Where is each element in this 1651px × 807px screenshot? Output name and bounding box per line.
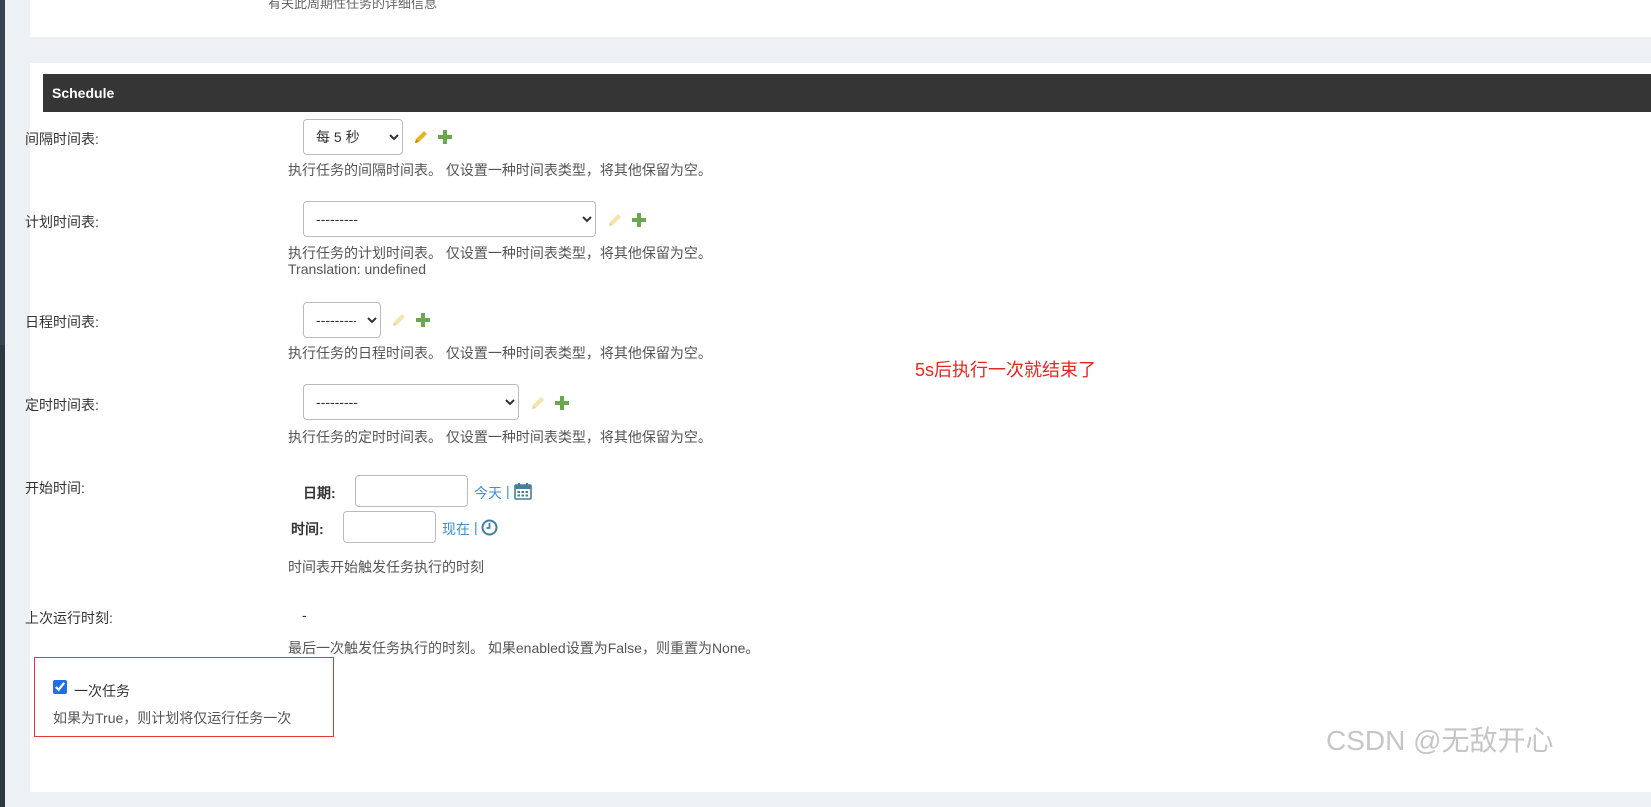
time-separator: | — [474, 519, 478, 535]
annotation-note: 5s后执行一次就结束了 — [915, 360, 1097, 380]
calendar-icon[interactable] — [514, 482, 532, 500]
time-label: 时间: — [291, 521, 324, 537]
clock-icon[interactable] — [481, 519, 498, 536]
solar-edit-pencil-icon — [393, 314, 405, 326]
admin-sidebar-edge-lower — [0, 345, 5, 807]
crontab-select[interactable]: --------- — [303, 201, 596, 237]
solar-select[interactable]: --------- — [303, 302, 381, 338]
last-run-label: 上次运行时刻: — [25, 610, 113, 626]
clocked-select[interactable]: --------- — [303, 384, 519, 420]
description-fieldset: 有关此周期性任务的详细信息 — [30, 0, 1651, 37]
start-time-label: 开始时间: — [25, 480, 85, 496]
clocked-label: 定时时间表: — [25, 397, 99, 413]
one-off-help: 如果为True，则计划将仅运行任务一次 — [53, 710, 292, 726]
interval-select[interactable]: 每 5 秒 — [303, 119, 403, 155]
date-label: 日期: — [303, 485, 336, 501]
one-off-label[interactable]: 一次任务 — [74, 681, 130, 701]
start-date-input[interactable] — [355, 475, 468, 507]
start-time-help: 时间表开始触发任务执行的时刻 — [288, 559, 484, 575]
solar-label: 日程时间表: — [25, 314, 99, 330]
clocked-edit-pencil-icon — [532, 397, 544, 409]
csdn-watermark: CSDN @无敌开心 — [1326, 725, 1554, 756]
description-help-text: 有关此周期性任务的详细信息 — [268, 0, 438, 11]
interval-help: 执行任务的间隔时间表。 仅设置一种时间表类型，将其他保留为空。 — [288, 162, 712, 178]
crontab-edit-pencil-icon — [609, 214, 621, 226]
crontab-add-plus-icon[interactable] — [631, 212, 647, 228]
schedule-header: Schedule — [43, 74, 1651, 112]
one-off-checkbox[interactable] — [53, 680, 67, 694]
date-separator: | — [506, 483, 510, 499]
solar-add-plus-icon[interactable] — [415, 312, 431, 328]
clocked-help: 执行任务的定时时间表。 仅设置一种时间表类型，将其他保留为空。 — [288, 429, 712, 445]
crontab-label: 计划时间表: — [25, 214, 99, 230]
clocked-add-plus-icon[interactable] — [554, 395, 570, 411]
last-run-value: - — [302, 607, 307, 623]
last-run-help: 最后一次触发任务执行的时刻。 如果enabled设置为False，则重置为Non… — [288, 640, 760, 656]
admin-sidebar-edge — [0, 0, 5, 807]
start-time-input[interactable] — [343, 511, 436, 543]
interval-edit-pencil-icon[interactable] — [413, 129, 429, 145]
solar-help: 执行任务的日程时间表。 仅设置一种时间表类型，将其他保留为空。 — [288, 345, 712, 361]
interval-add-plus-icon[interactable] — [437, 129, 453, 145]
interval-label: 间隔时间表: — [25, 131, 99, 147]
crontab-help: 执行任务的计划时间表。 仅设置一种时间表类型，将其他保留为空。 — [288, 245, 712, 261]
now-link[interactable]: 现在 — [442, 519, 470, 539]
today-link[interactable]: 今天 — [474, 483, 502, 503]
crontab-help-translation: Translation: undefined — [288, 261, 427, 277]
